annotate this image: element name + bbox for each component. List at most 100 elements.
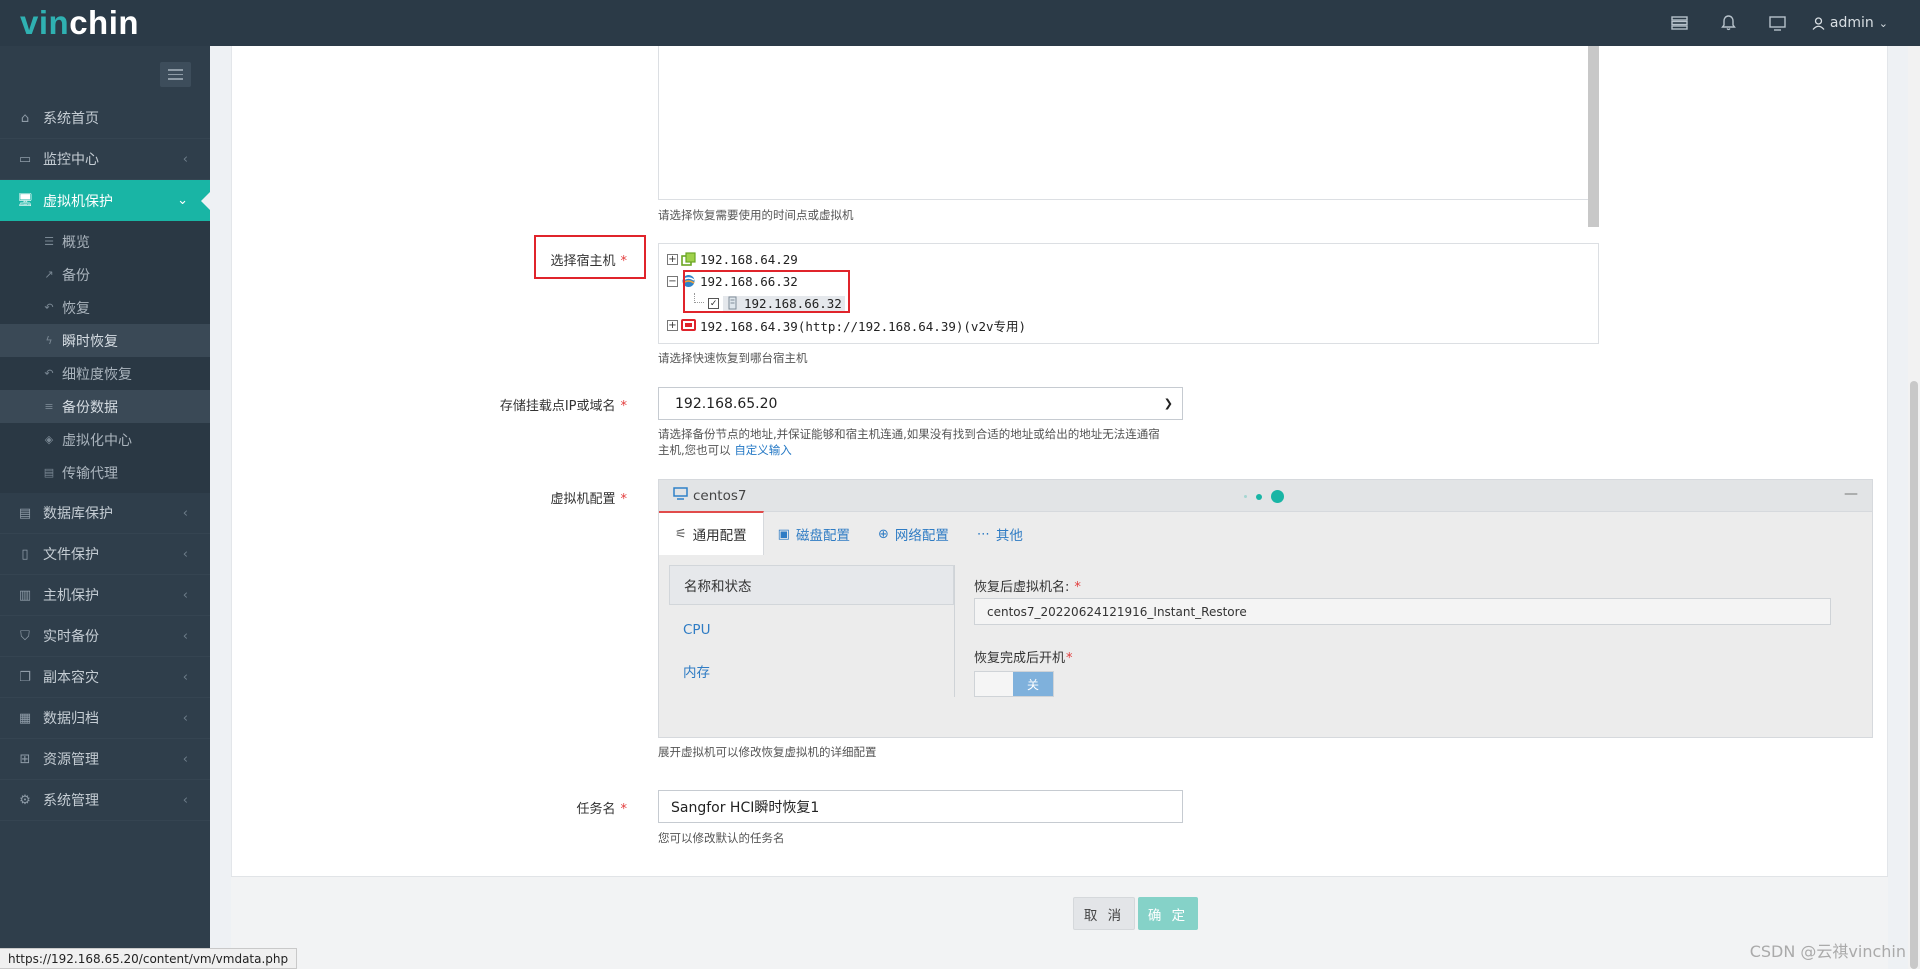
share-icon: ↗ (44, 268, 54, 281)
restore-name-label: 恢复后虚拟机名: * (974, 580, 1081, 595)
chevron-left-icon: ‹ (182, 628, 188, 644)
globe-icon: ⊕ (877, 526, 889, 542)
user-name: admin (1829, 15, 1874, 31)
host-help: 请选择快速恢复到哪台宿主机 (658, 351, 808, 365)
kvm-host-icon (681, 319, 696, 331)
watermark: CSDN @云祺vinchin (1749, 942, 1906, 961)
tree-node-host-3[interactable]: + 192.168.64.39(http://192.168.64.39)(v2… (667, 316, 1026, 334)
sidebar-item-vm-protection[interactable]: 🖥 虚拟机保护 ⌄ (0, 180, 210, 221)
sidebar-item-host-protection[interactable]: ▥ 主机保护 ‹ (0, 575, 210, 616)
power-on-toggle[interactable]: 关 (974, 671, 1054, 697)
tab-disk[interactable]: ▣ 磁盘配置 (764, 513, 864, 555)
sidebar-subitem-instant-restore[interactable]: ϟ 瞬时恢复 (0, 324, 210, 357)
loading-dots (1244, 490, 1284, 503)
server-icon: ▥ (18, 587, 32, 603)
sidebar-item-system-management[interactable]: ⚙ 系统管理 ‹ (0, 780, 210, 821)
tab-general[interactable]: ⚟ 通用配置 (659, 511, 764, 555)
chevron-down-icon: ⌄ (177, 193, 188, 208)
vm-config-header[interactable]: centos7 — (659, 480, 1872, 512)
sidebar-submenu: ☰ 概览 ↗ 备份 ↶ 恢复 ϟ 瞬时恢复 ↶ 细粒度恢复 ≡ 备份数据 ◈ 虚拟化中心 ▤ 传… (0, 221, 210, 493)
gear-icon: ⚙ (19, 792, 31, 808)
sidebar-item-data-archive[interactable]: ▦ 数据归档 ‹ (0, 698, 210, 739)
sidebar-subitem-granular-restore[interactable]: ↶ 细粒度恢复 (0, 357, 210, 390)
expand-icon[interactable]: + (667, 319, 678, 331)
collapse-icon[interactable]: − (667, 275, 678, 287)
sidebar-item-resource-management[interactable]: ⊞ 资源管理 ‹ (0, 739, 210, 780)
chevron-left-icon: ‹ (182, 710, 188, 726)
task-label: 任务名 * (576, 802, 627, 817)
sidebar-subitem-virtualization-center[interactable]: ◈ 虚拟化中心 (0, 423, 210, 456)
vm-config-body: 名称和状态 CPU 内存 恢复后虚拟机名: * centos7_202206241… (659, 557, 1872, 737)
chevron-down-icon: ⌄ (1878, 16, 1888, 30)
user-menu[interactable]: admin ⌄ (1802, 0, 1920, 46)
sidebar-subitem-backup-data[interactable]: ≡ 备份数据 (0, 390, 210, 423)
chevron-down-icon: ❯ (1163, 397, 1173, 410)
confirm-button[interactable]: 确 定 (1138, 897, 1198, 930)
sidebar-subitem-overview[interactable]: ☰ 概览 (0, 225, 210, 258)
user-icon (1812, 16, 1825, 30)
restore-point-help: 请选择恢复需要使用的时间点或虚拟机 (658, 208, 854, 222)
sidebar-subitem-transfer-proxy[interactable]: ▤ 传输代理 (0, 456, 210, 489)
undo-icon: ↶ (44, 301, 54, 314)
file-icon: ▯ (21, 546, 29, 562)
sidebar-item-monitor[interactable]: ▭ 监控中心 ‹ (0, 139, 210, 180)
bolt-icon: ϟ (45, 334, 53, 347)
grid-icon: ⊞ (19, 751, 31, 767)
host-label-highlight (534, 235, 646, 279)
form-footer (231, 876, 1888, 969)
tab-network[interactable]: ⊕ 网络配置 (864, 513, 963, 555)
scrollbar-thumb[interactable] (1910, 381, 1918, 969)
sidebar-item-replica-dr[interactable]: ❐ 副本容灾 ‹ (0, 657, 210, 698)
monitor-icon: ▭ (18, 151, 32, 167)
header-icons: admin ⌄ (1655, 0, 1920, 46)
shield-icon: ⛉ (20, 628, 30, 644)
list-scrollbar[interactable] (1588, 46, 1599, 227)
minimize-icon[interactable]: — (1844, 486, 1858, 502)
sidebar-item-home[interactable]: ⌂ 系统首页 (0, 98, 210, 139)
tab-other[interactable]: ⋯ 其他 (963, 513, 1037, 555)
tree-node-host-1[interactable]: + 192.168.64.29 (667, 250, 798, 268)
expand-icon[interactable]: + (667, 253, 678, 265)
custom-input-link[interactable]: 自定义输入 (734, 443, 792, 457)
monitor-screen-icon[interactable] (1753, 0, 1802, 46)
nav-name-status[interactable]: 名称和状态 (669, 565, 954, 605)
vinchin-logo[interactable]: vinchin (20, 4, 139, 42)
sliders-icon: ⚟ (675, 526, 687, 542)
sidebar-item-database-protection[interactable]: ▤ 数据库保护 ‹ (0, 493, 210, 534)
task-help: 您可以修改默认的任务名 (658, 831, 785, 845)
server-list-icon[interactable] (1655, 0, 1704, 46)
storage-select[interactable]: 192.168.65.20 ❯ (658, 387, 1183, 420)
nav-cpu[interactable]: CPU (669, 609, 954, 650)
sidebar-item-realtime-backup[interactable]: ⛉ 实时备份 ‹ (0, 616, 210, 657)
save-icon: ▣ (777, 526, 790, 542)
browser-status-url: https://192.168.65.20/content/vm/vmdata.… (0, 948, 298, 969)
restore-point-list[interactable] (658, 46, 1599, 227)
cancel-button[interactable]: 取 消 (1073, 897, 1135, 930)
sidebar: ⌂ 系统首页 ▭ 监控中心 ‹ 🖥 虚拟机保护 ⌄ ☰ 概览 ↗ 备份 ↶ 恢复 ϟ 瞬时恢复 ↶… (0, 46, 210, 969)
chevron-left-icon: ‹ (182, 546, 188, 562)
nav-memory[interactable]: 内存 (669, 650, 954, 691)
bell-icon[interactable] (1704, 0, 1753, 46)
desktop-icon: 🖥 (17, 193, 34, 208)
chevron-left-icon: ‹ (182, 505, 188, 521)
home-icon: ⌂ (20, 110, 30, 126)
vmware-host-icon (681, 252, 696, 266)
cube-icon: ◈ (44, 433, 54, 446)
storage-label: 存储挂载点IP或域名 * (499, 399, 627, 414)
sidebar-subitem-backup[interactable]: ↗ 备份 (0, 258, 210, 291)
sidebar-item-file-protection[interactable]: ▯ 文件保护 ‹ (0, 534, 210, 575)
vmconfig-label: 虚拟机配置 * (550, 492, 627, 507)
list-icon: ☰ (44, 235, 54, 248)
page-scrollbar[interactable] (1908, 46, 1920, 969)
sidebar-menu: ⌂ 系统首页 ▭ 监控中心 ‹ 🖥 虚拟机保护 ⌄ ☰ 概览 ↗ 备份 ↶ 恢复 ϟ 瞬时恢复 ↶… (0, 98, 210, 821)
database-icon: ▤ (18, 505, 32, 521)
database-icon: ≡ (44, 400, 54, 413)
task-name-input[interactable]: Sangfor HCI瞬时恢复1 (658, 790, 1183, 823)
chevron-left-icon: ‹ (182, 751, 188, 767)
sidebar-subitem-restore[interactable]: ↶ 恢复 (0, 291, 210, 324)
sidebar-toggle-button[interactable] (160, 62, 191, 87)
chevron-left-icon: ‹ (182, 792, 188, 808)
more-icon: ⋯ (976, 526, 990, 542)
reply-all-icon: ↶ (44, 367, 54, 380)
restore-name-input[interactable]: centos7_20220624121916_Instant_Restore (974, 598, 1831, 625)
